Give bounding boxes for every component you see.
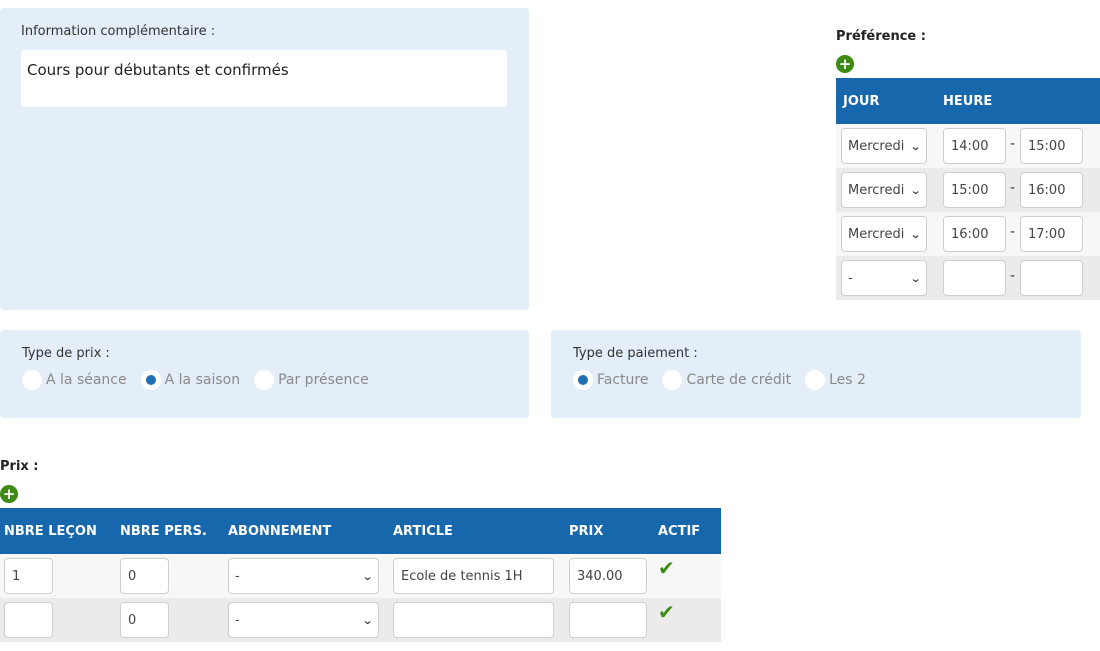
time-separator: - bbox=[1010, 224, 1016, 240]
radio-label: Carte de crédit bbox=[686, 372, 792, 388]
table-row: 0- ⌄ ✔ bbox=[0, 598, 721, 642]
preference-table-header: JOUR HEURE bbox=[836, 78, 1100, 124]
radio-label: A la séance bbox=[46, 372, 127, 388]
radio-label: Facture bbox=[597, 372, 649, 388]
end-time-input[interactable]: 16:00 bbox=[1020, 172, 1083, 208]
radio-button[interactable] bbox=[805, 370, 826, 390]
type-paiement-options: Facture Carte de crédit Les 2 bbox=[573, 370, 880, 390]
add-prix-icon[interactable]: + bbox=[0, 485, 18, 503]
column-actif: ACTIF bbox=[658, 523, 701, 539]
day-select-value: Mercredi bbox=[848, 182, 905, 198]
day-select-value: Mercredi bbox=[848, 138, 905, 154]
nbre-lecon-input[interactable]: 1 bbox=[4, 558, 53, 594]
preference-title: Préférence : bbox=[836, 29, 926, 44]
start-time-input[interactable]: 15:00 bbox=[943, 172, 1006, 208]
radio-button[interactable] bbox=[140, 370, 161, 390]
check-icon[interactable]: ✔ bbox=[658, 600, 675, 624]
table-row: Mercredi ⌄ 14:00-15:00 bbox=[836, 124, 1100, 168]
day-select-value: - bbox=[848, 270, 853, 286]
check-icon[interactable]: ✔ bbox=[658, 556, 675, 580]
prix-input[interactable] bbox=[569, 602, 647, 638]
info-textarea[interactable]: Cours pour débutants et confirmés bbox=[21, 50, 507, 107]
end-time-input[interactable]: 17:00 bbox=[1020, 216, 1083, 252]
prix-table-header: NBRE LEÇON NBRE PERS. ABONNEMENT ARTICLE… bbox=[0, 508, 721, 554]
article-input[interactable] bbox=[393, 602, 554, 638]
type-prix-label: Type de prix : bbox=[22, 346, 110, 361]
radio-button[interactable] bbox=[662, 370, 683, 390]
column-heure: HEURE bbox=[943, 93, 993, 109]
info-label: Information complémentaire : bbox=[21, 24, 216, 39]
abonnement-select-value: - bbox=[235, 612, 240, 628]
abonnement-select[interactable]: - ⌄ bbox=[228, 558, 379, 594]
type-prix-panel: Type de prix : A la séance A la saison Par… bbox=[0, 330, 529, 418]
chevron-down-icon: ⌄ bbox=[361, 613, 374, 627]
time-separator: - bbox=[1010, 136, 1016, 152]
abonnement-select[interactable]: - ⌄ bbox=[228, 602, 379, 638]
chevron-down-icon: ⌄ bbox=[909, 183, 922, 197]
type-paiement-panel: Type de paiement : Facture Carte de crédi… bbox=[551, 330, 1081, 418]
column-nbre-lecon: NBRE LEÇON bbox=[4, 523, 97, 539]
day-select-value: Mercredi bbox=[848, 226, 905, 242]
type-paiement-option-1[interactable]: Carte de crédit bbox=[662, 370, 791, 390]
type-prix-option-0[interactable]: A la séance bbox=[22, 370, 127, 390]
radio-label: Par présence bbox=[278, 372, 369, 388]
column-article: ARTICLE bbox=[393, 523, 453, 539]
column-jour: JOUR bbox=[843, 93, 880, 109]
type-prix-option-1[interactable]: A la saison bbox=[140, 370, 241, 390]
table-row: 1 0- ⌄ Ecole de tennis 1H 340.00 ✔ bbox=[0, 554, 721, 598]
type-prix-options: A la séance A la saison Par présence bbox=[22, 370, 383, 390]
time-separator: - bbox=[1010, 268, 1016, 284]
prix-input[interactable]: 340.00 bbox=[569, 558, 647, 594]
info-panel: Information complémentaire : Cours pour … bbox=[0, 8, 529, 310]
add-preference-icon[interactable]: + bbox=[836, 55, 854, 73]
type-paiement-option-2[interactable]: Les 2 bbox=[805, 370, 866, 390]
day-select[interactable]: Mercredi ⌄ bbox=[841, 216, 927, 252]
radio-button[interactable] bbox=[573, 370, 593, 390]
nbre-pers-input[interactable]: 0 bbox=[120, 602, 169, 638]
nbre-lecon-input[interactable] bbox=[4, 602, 53, 638]
article-input[interactable]: Ecole de tennis 1H bbox=[393, 558, 554, 594]
table-row: Mercredi ⌄ 16:00-17:00 bbox=[836, 212, 1100, 256]
end-time-input[interactable]: 15:00 bbox=[1020, 128, 1083, 164]
end-time-input[interactable] bbox=[1020, 260, 1083, 296]
chevron-down-icon: ⌄ bbox=[909, 139, 922, 153]
start-time-input[interactable] bbox=[943, 260, 1006, 296]
time-separator: - bbox=[1010, 180, 1016, 196]
type-prix-option-2[interactable]: Par présence bbox=[254, 370, 369, 390]
prix-title: Prix : bbox=[0, 459, 39, 474]
column-abonnement: ABONNEMENT bbox=[228, 523, 332, 539]
day-select[interactable]: Mercredi ⌄ bbox=[841, 172, 927, 208]
type-paiement-option-0[interactable]: Facture bbox=[573, 370, 648, 390]
chevron-down-icon: ⌄ bbox=[909, 271, 922, 285]
start-time-input[interactable]: 14:00 bbox=[943, 128, 1006, 164]
type-paiement-label: Type de paiement : bbox=[573, 346, 698, 361]
day-select[interactable]: - ⌄ bbox=[841, 260, 927, 296]
radio-button[interactable] bbox=[22, 370, 42, 390]
nbre-pers-input[interactable]: 0 bbox=[120, 558, 169, 594]
column-prix: PRIX bbox=[569, 523, 604, 539]
day-select[interactable]: Mercredi ⌄ bbox=[841, 128, 927, 164]
table-row: Mercredi ⌄ 15:00-16:00 bbox=[836, 168, 1100, 212]
radio-label: Les 2 bbox=[829, 372, 866, 388]
abonnement-select-value: - bbox=[235, 568, 240, 584]
column-nbre-pers: NBRE PERS. bbox=[120, 523, 207, 539]
table-row: - ⌄ - bbox=[836, 256, 1100, 300]
start-time-input[interactable]: 16:00 bbox=[943, 216, 1006, 252]
radio-button[interactable] bbox=[254, 370, 275, 390]
chevron-down-icon: ⌄ bbox=[361, 569, 374, 583]
radio-label: A la saison bbox=[164, 372, 241, 388]
chevron-down-icon: ⌄ bbox=[909, 227, 922, 241]
